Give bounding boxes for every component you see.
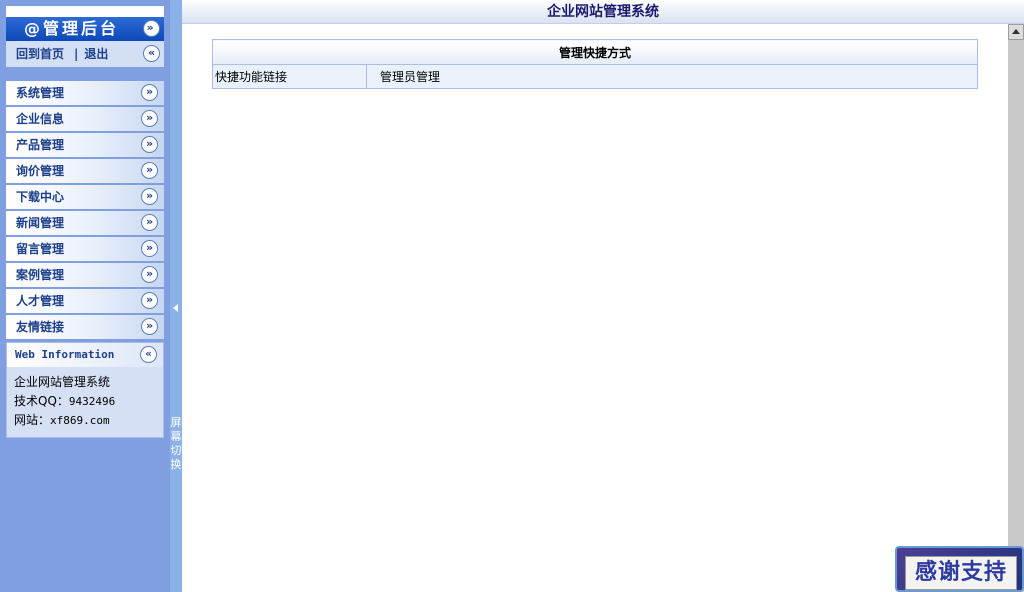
sidebar-item-label: 留言管理 — [16, 242, 65, 256]
sidebar-item-label: 友情链接 — [16, 320, 65, 334]
table-header-row: 管理快捷方式 — [212, 39, 978, 65]
qq-line: 技术QQ：9432496 — [14, 392, 163, 411]
chevron-double-down-icon[interactable]: » — [141, 240, 158, 257]
thanks-badge-text: 感谢支持 — [905, 556, 1017, 590]
web-information-header[interactable]: Web Information « — [7, 343, 163, 367]
sidebar-item-label: 下载中心 — [16, 190, 65, 204]
chevron-double-left-icon[interactable]: « — [143, 45, 160, 62]
sidebar-item-label: 案例管理 — [16, 268, 65, 282]
sidebar-item-company[interactable]: 企业信息 » — [6, 107, 164, 131]
scroll-up-arrow-icon[interactable] — [1008, 24, 1024, 40]
system-name: 企业网站管理系统 — [14, 375, 111, 389]
shortcut-row-links: 管理员管理 — [366, 64, 978, 89]
site-label: 网站： — [14, 413, 51, 427]
vertical-scrollbar[interactable] — [1008, 24, 1024, 592]
web-information-panel: Web Information « 企业网站管理系统 技术QQ：9432496 … — [6, 342, 164, 438]
sidebar-item-label: 产品管理 — [16, 138, 65, 152]
site-line: 网站：xf869.com — [14, 411, 163, 430]
shortcut-row-label: 快捷功能链接 — [212, 64, 367, 89]
qq-value: 9432496 — [68, 395, 116, 408]
sidebar-item-cases[interactable]: 案例管理 » — [6, 263, 164, 287]
chevron-double-down-icon[interactable]: » — [141, 292, 158, 309]
chevron-double-down-icon[interactable]: » — [141, 266, 158, 283]
shortcut-table: 管理快捷方式 快捷功能链接 管理员管理 — [212, 39, 978, 89]
home-link[interactable]: 回到首页 — [16, 47, 64, 61]
admin-header-title: @管理后台 — [24, 19, 120, 38]
admin-management-link[interactable]: 管理员管理 — [380, 70, 440, 84]
chevron-double-down-icon[interactable]: » — [141, 84, 158, 101]
chevron-double-down-icon[interactable]: » — [141, 214, 158, 231]
chevron-double-down-icon[interactable]: » — [141, 162, 158, 179]
sidebar-item-downloads[interactable]: 下载中心 » — [6, 185, 164, 209]
chevron-double-down-icon[interactable]: » — [141, 110, 158, 127]
admin-header: @管理后台 » — [6, 17, 164, 41]
main-content: 管理快捷方式 快捷功能链接 管理员管理 — [182, 24, 1008, 592]
left-sidebar: @管理后台 » 回到首页 | 退出 « 系统管理 » 企业信息 » 产品管理 » 询… — [0, 0, 170, 592]
sidebar-item-products[interactable]: 产品管理 » — [6, 133, 164, 157]
page-title-bar: 企业网站管理系统 — [182, 0, 1024, 24]
chevron-double-down-icon[interactable]: » — [143, 20, 160, 37]
sidebar-top-strip — [6, 6, 164, 17]
chevron-double-down-icon[interactable]: » — [141, 136, 158, 153]
logout-link[interactable]: 退出 — [84, 47, 108, 61]
qq-label: 技术QQ： — [14, 394, 69, 408]
link-separator: | — [74, 47, 79, 61]
collapse-left-arrow-icon[interactable] — [173, 304, 178, 312]
table-row: 快捷功能链接 管理员管理 — [212, 64, 978, 89]
sidebar-item-label: 询价管理 — [16, 164, 65, 178]
screen-switch-label[interactable]: 屏幕切换 — [170, 416, 182, 472]
sidebar-item-news[interactable]: 新闻管理 » — [6, 211, 164, 235]
web-information-title: Web Information — [15, 348, 115, 361]
sidebar-item-label: 新闻管理 — [16, 216, 65, 230]
web-information-body: 企业网站管理系统 技术QQ：9432496 网站：xf869.com — [7, 367, 163, 430]
site-value: xf869.com — [50, 414, 110, 427]
sidebar-item-messages[interactable]: 留言管理 » — [6, 237, 164, 261]
screen-splitter[interactable]: 屏幕切换 — [170, 0, 182, 592]
chevron-double-down-icon[interactable]: » — [141, 188, 158, 205]
sidebar-item-label: 企业信息 — [16, 112, 65, 126]
sidebar-item-system[interactable]: 系统管理 » — [6, 81, 164, 105]
sidebar-item-label: 人才管理 — [16, 294, 65, 308]
sidebar-item-talent[interactable]: 人才管理 » — [6, 289, 164, 313]
sidebar-item-inquiry[interactable]: 询价管理 » — [6, 159, 164, 183]
chevron-double-left-icon[interactable]: « — [140, 346, 157, 363]
shortcut-table-title: 管理快捷方式 — [212, 39, 978, 65]
page-title: 企业网站管理系统 — [547, 4, 659, 20]
sidebar-links: 回到首页 | 退出 « — [6, 41, 164, 67]
sidebar-item-label: 系统管理 — [16, 86, 65, 100]
chevron-double-down-icon[interactable]: » — [141, 318, 158, 335]
sidebar-item-friend-links[interactable]: 友情链接 » — [6, 315, 164, 339]
thanks-badge[interactable]: 感谢支持 — [895, 546, 1024, 592]
